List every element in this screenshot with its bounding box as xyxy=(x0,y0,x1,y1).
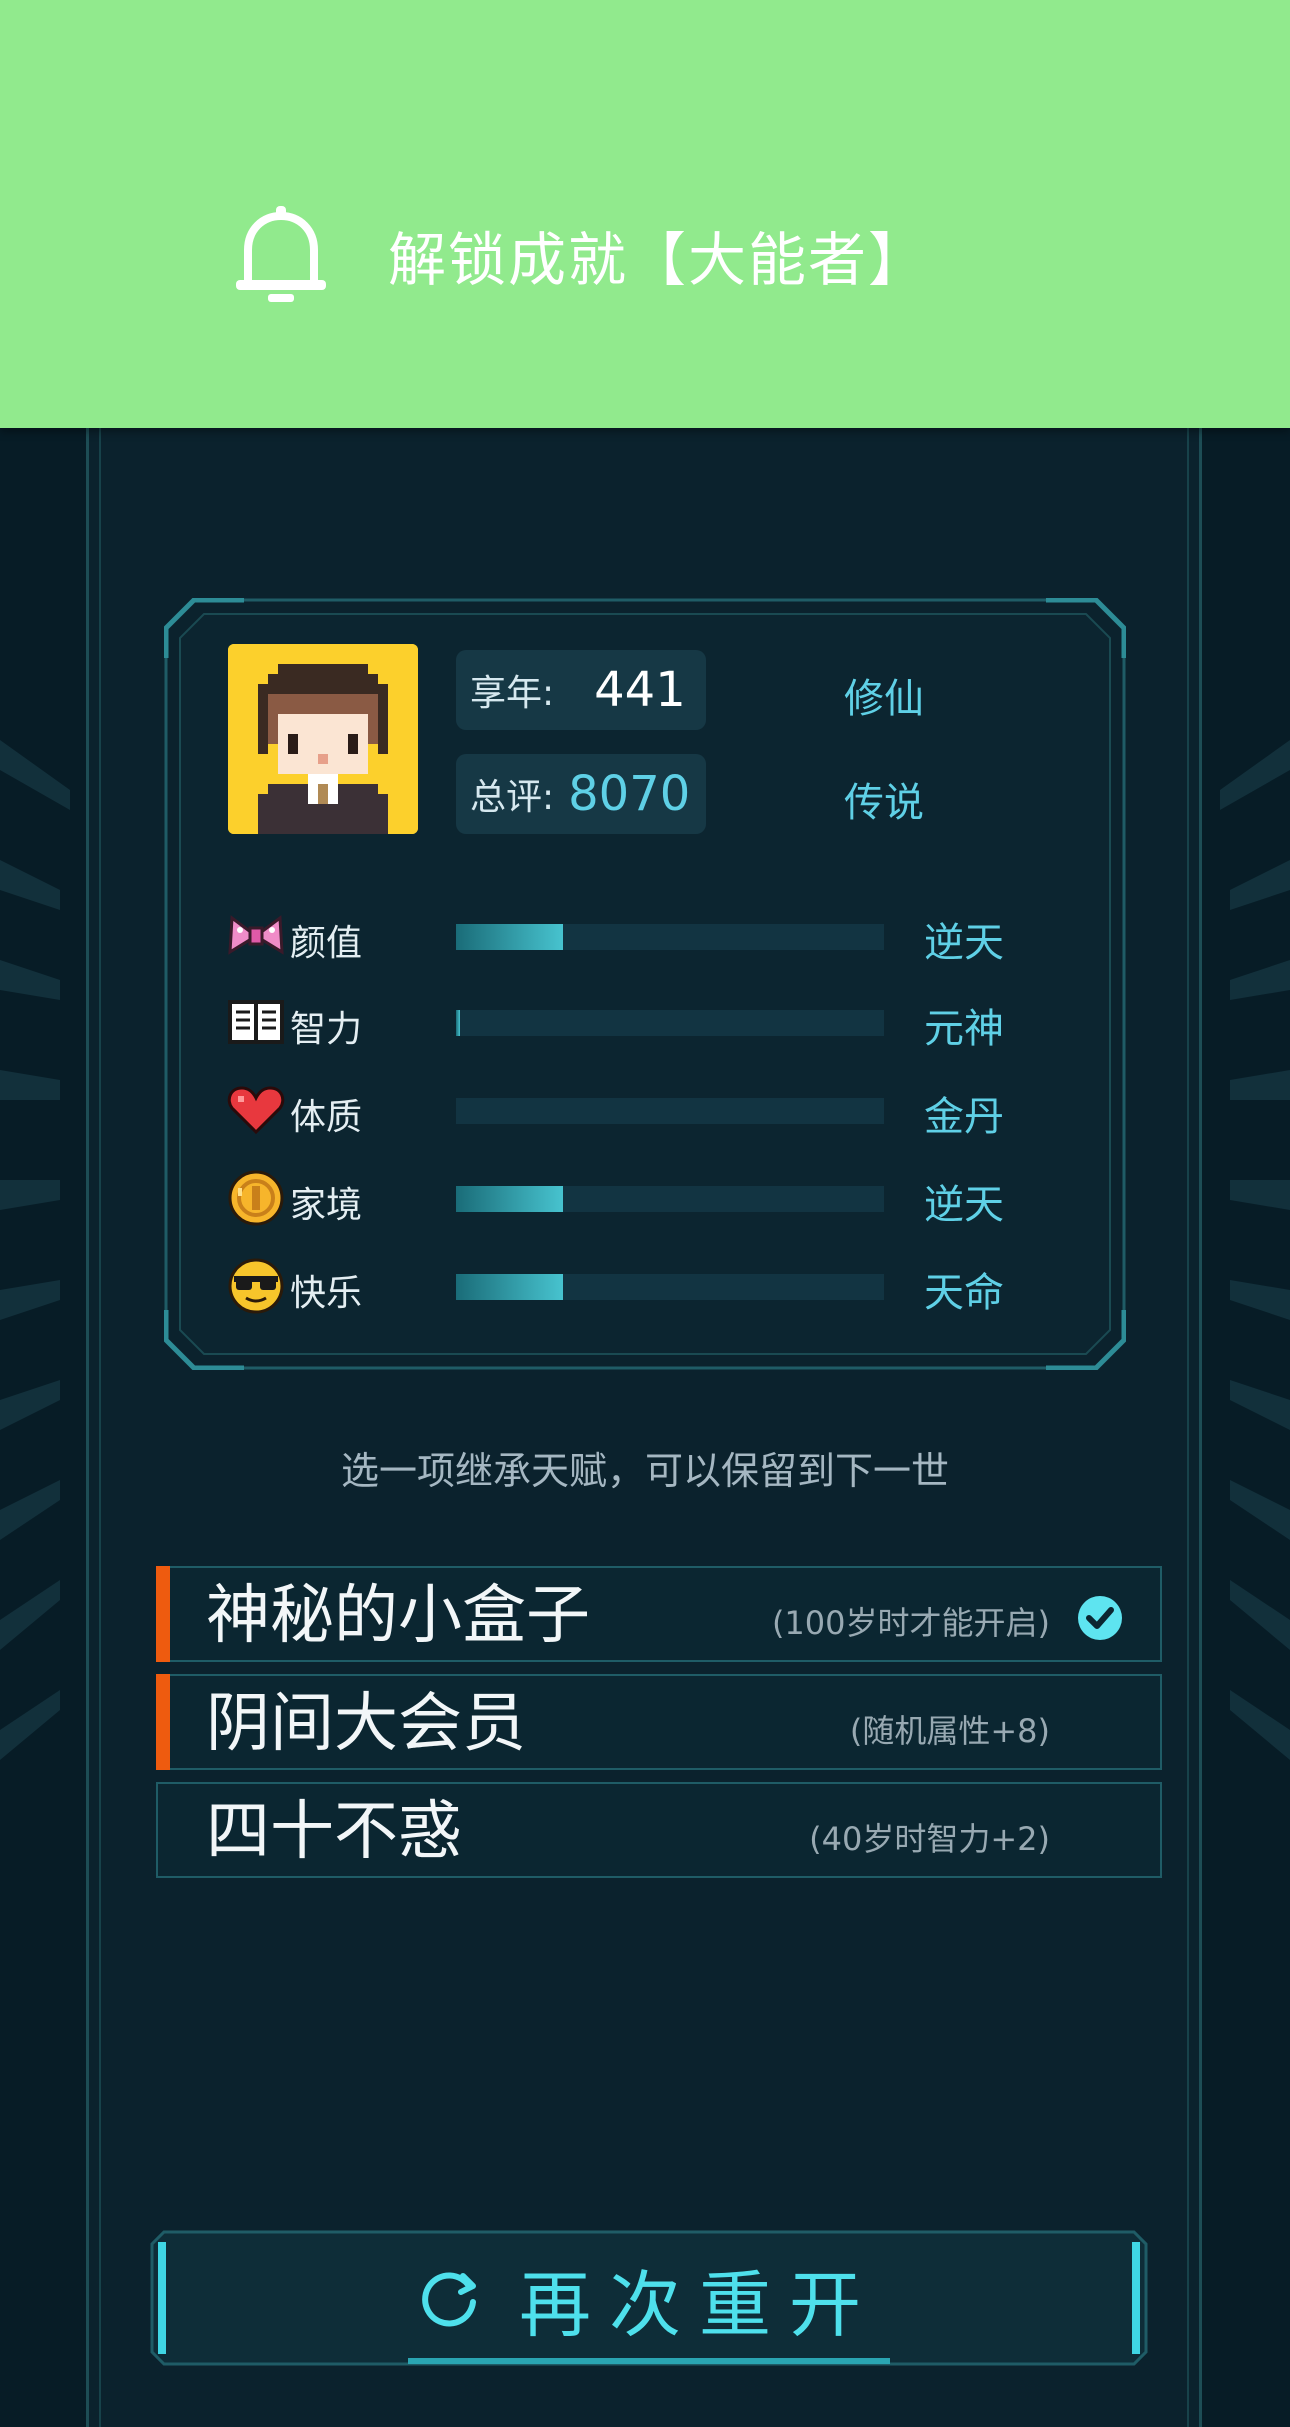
attribute-bar-fill xyxy=(456,924,563,950)
lifespan-grade: 修仙 xyxy=(844,676,924,722)
coin-icon xyxy=(228,1170,284,1226)
attribute-bar xyxy=(456,924,884,950)
attribute-bar-fill xyxy=(456,1010,461,1036)
attribute-bar xyxy=(456,1098,884,1124)
heart-icon xyxy=(227,1086,285,1135)
talent-desc: (40岁时智力+2) xyxy=(809,1820,1050,1858)
attribute-row-appearance: 颜值 逆天 xyxy=(226,906,1046,966)
attribute-label: 智力 xyxy=(290,1009,363,1050)
restart-button[interactable]: 再次重开 xyxy=(148,2228,1150,2368)
score-label: 总评: xyxy=(470,777,555,818)
talent-option-mystery-box[interactable]: 神秘的小盒子 (100岁时才能开启) xyxy=(156,1566,1162,1662)
notification-text: 解锁成就【大能者】 xyxy=(388,226,929,294)
attribute-row-intelligence: 智力 元神 xyxy=(226,992,1046,1052)
attribute-grade: 元神 xyxy=(924,1006,1004,1052)
talent-desc: (100岁时才能开启) xyxy=(771,1604,1050,1642)
bell-icon xyxy=(236,206,326,302)
attribute-bar xyxy=(456,1274,884,1300)
attribute-row-physique: 体质 金丹 xyxy=(226,1080,1046,1140)
sunglasses-face-icon xyxy=(228,1258,284,1314)
attribute-bar-fill xyxy=(456,1186,563,1212)
lifespan-label: 享年: xyxy=(470,673,555,714)
attribute-bar xyxy=(456,1010,884,1036)
score-grade: 传说 xyxy=(844,780,924,826)
talent-name: 神秘的小盒子 xyxy=(206,1579,590,1653)
avatar xyxy=(228,644,418,834)
attribute-label: 快乐 xyxy=(290,1273,363,1314)
life-summary-card: 享年: 441 修仙 总评: 8070 传说 颜值 逆天 智力 元神 体质 金丹… xyxy=(164,598,1126,1370)
pixel-character-icon xyxy=(228,644,418,834)
talent-option-forty[interactable]: 四十不惑 (40岁时智力+2) xyxy=(156,1782,1162,1878)
achievement-notification[interactable]: 解锁成就【大能者】 xyxy=(0,0,1290,428)
attribute-grade: 天命 xyxy=(924,1270,1004,1316)
talent-name: 阴间大会员 xyxy=(206,1687,526,1761)
lifespan-box: 享年: 441 xyxy=(456,650,706,730)
restart-label: 再次重开 xyxy=(518,2262,879,2347)
attribute-label: 体质 xyxy=(290,1097,363,1138)
attribute-grade: 逆天 xyxy=(924,920,1004,966)
attribute-bar-fill xyxy=(456,1274,563,1300)
inherit-hint: 选一项继承天赋，可以保留到下一世 xyxy=(340,1449,949,1493)
attribute-row-happiness: 快乐 天命 xyxy=(226,1256,1046,1316)
attribute-label: 家境 xyxy=(290,1185,363,1226)
attribute-label: 颜值 xyxy=(290,923,363,964)
game-screen: 解锁成就【大能者】 享年: 441 修仙 总评: 8070 传说 颜值 逆天 智… xyxy=(0,0,1290,2427)
talent-name: 四十不惑 xyxy=(206,1795,462,1869)
attribute-grade: 金丹 xyxy=(924,1094,1004,1140)
talent-option-vip[interactable]: 阴间大会员 (随机属性+8) xyxy=(156,1674,1162,1770)
score-box: 总评: 8070 xyxy=(456,754,706,834)
bow-icon xyxy=(228,915,284,955)
attribute-row-family: 家境 逆天 xyxy=(226,1168,1046,1228)
restart-icon xyxy=(422,2272,476,2327)
restart-button-content: 再次重开 xyxy=(148,2228,1150,2368)
talent-desc: (随机属性+8) xyxy=(849,1712,1050,1750)
score-value: 8070 xyxy=(568,766,691,822)
attribute-grade: 逆天 xyxy=(924,1182,1004,1228)
lifespan-value: 441 xyxy=(594,662,686,718)
check-icon xyxy=(1078,1596,1122,1640)
attribute-bar xyxy=(456,1186,884,1212)
book-icon xyxy=(228,1000,284,1044)
